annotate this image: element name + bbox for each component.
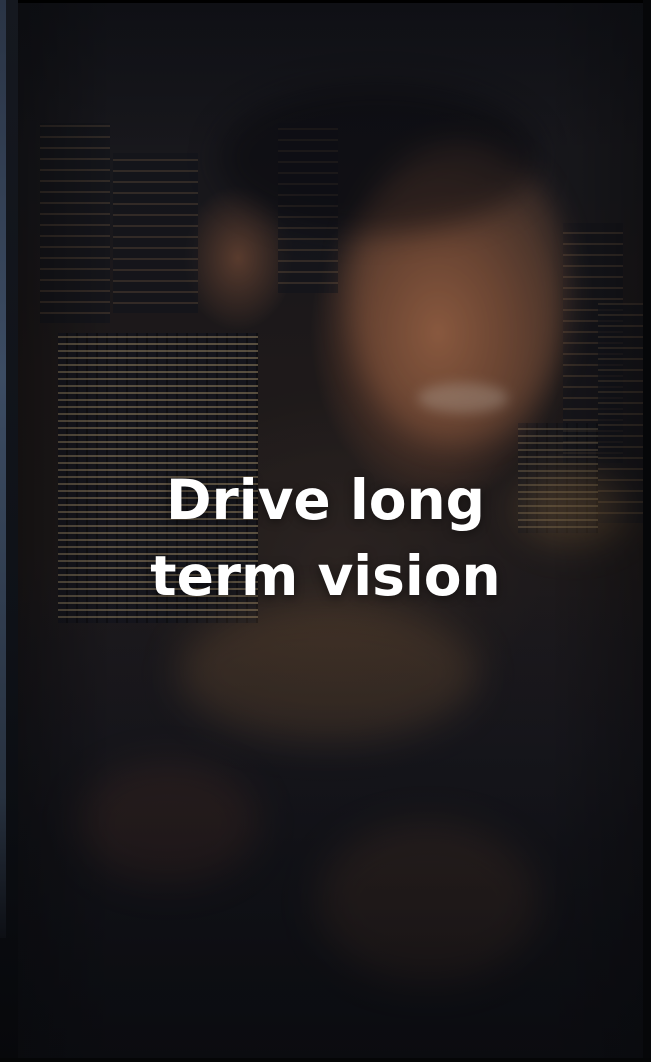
- headline-line-2: term vision: [150, 544, 501, 608]
- promo-card: Drive long term vision: [0, 0, 651, 1062]
- headline: Drive long term vision: [0, 462, 651, 614]
- bottom-edge: [0, 1058, 651, 1062]
- headline-line-1: Drive long: [165, 468, 486, 532]
